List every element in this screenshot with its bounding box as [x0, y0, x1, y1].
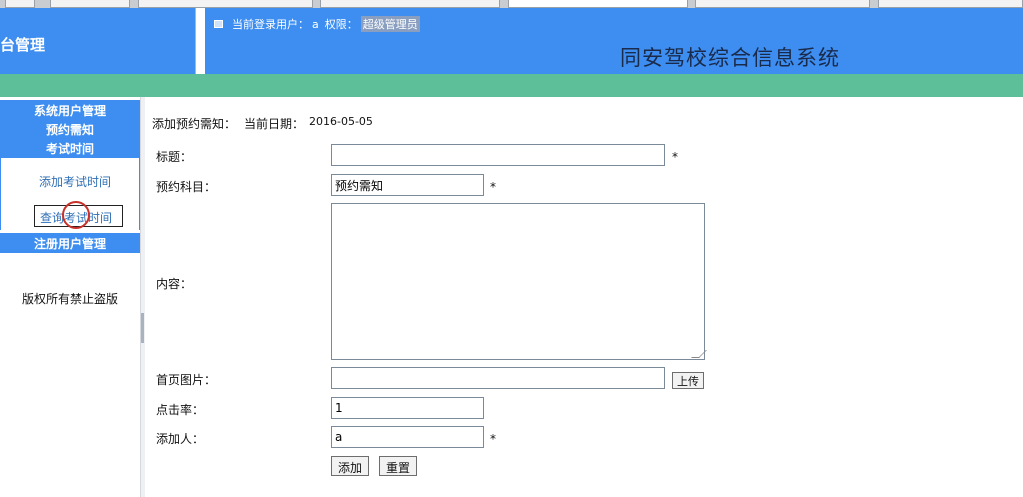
adder-label: 添加人： [156, 432, 205, 446]
resize-handle-icon[interactable] [691, 350, 707, 358]
main-content: 添加预约需知： 当前日期： 2016-05-05 标题： * 预约科目： * 内… [145, 97, 1023, 497]
header-separator [196, 8, 205, 74]
sidebar-item-exam-time[interactable]: 考试时间 [0, 140, 140, 157]
sidebar: 系统用户管理 预约需知 考试时间 添加考试时间 查询考试时间 注册用户管理 版权… [0, 97, 140, 497]
click-indicator [62, 201, 90, 229]
browser-tab[interactable] [5, 0, 35, 8]
upload-button[interactable]: 上传 [672, 372, 704, 389]
system-title: 同安驾校综合信息系统 [620, 46, 840, 70]
admin-title: 台管理 [0, 36, 46, 54]
divider-grip-handle[interactable] [141, 313, 144, 343]
header-left-panel: 台管理 [0, 8, 196, 74]
date-value: 2016-05-05 [309, 115, 373, 128]
required-mark: * [490, 432, 496, 446]
browser-tab[interactable] [878, 0, 1023, 8]
browser-tab-strip [0, 0, 1023, 8]
copyright-text: 版权所有禁止盗版 [21, 292, 118, 306]
content-label: 内容： [156, 277, 193, 291]
browser-tab[interactable] [138, 0, 313, 8]
browser-tab[interactable] [695, 0, 870, 8]
required-mark: * [490, 180, 496, 194]
form-heading: 添加预约需知： [152, 117, 237, 131]
page-header: 台管理 当前登录用户： a 权限： 超级管理员 同安驾校综合信息系统 [0, 8, 1023, 74]
date-label: 当前日期： [244, 117, 305, 131]
required-mark: * [672, 150, 678, 164]
sidebar-item-system-users[interactable]: 系统用户管理 [0, 102, 140, 119]
clicks-input[interactable] [331, 397, 484, 419]
login-user: a [312, 17, 319, 31]
adder-input[interactable] [331, 426, 484, 448]
image-input[interactable] [331, 367, 665, 389]
add-button[interactable]: 添加 [331, 456, 370, 476]
image-label: 首页图片： [156, 373, 217, 387]
role-label: 权限： [324, 18, 358, 31]
subject-label: 预约科目： [156, 180, 217, 194]
role-value: 超级管理员 [360, 16, 420, 32]
sidebar-item-registered-users[interactable]: 注册用户管理 [0, 233, 140, 253]
green-banner [0, 74, 1023, 97]
sidebar-item-booking-notice[interactable]: 预约需知 [0, 121, 140, 138]
content-textarea[interactable] [331, 203, 707, 360]
title-label: 标题： [156, 150, 193, 164]
clicks-label: 点击率： [156, 403, 205, 417]
login-label: 当前登录用户： [232, 18, 309, 31]
subject-input[interactable] [331, 174, 484, 196]
browser-tab[interactable] [50, 0, 130, 8]
browser-tab[interactable] [320, 0, 500, 8]
login-info: 当前登录用户： a 权限： 超级管理员 [214, 16, 420, 32]
sidebar-menu-block: 系统用户管理 预约需知 考试时间 [0, 100, 140, 158]
reset-button[interactable]: 重置 [379, 456, 418, 476]
title-input[interactable] [331, 144, 665, 166]
sidebar-link-add-exam-time[interactable]: 添加考试时间 [39, 173, 111, 190]
window-icon [214, 20, 223, 28]
browser-tab-active[interactable] [508, 0, 688, 8]
